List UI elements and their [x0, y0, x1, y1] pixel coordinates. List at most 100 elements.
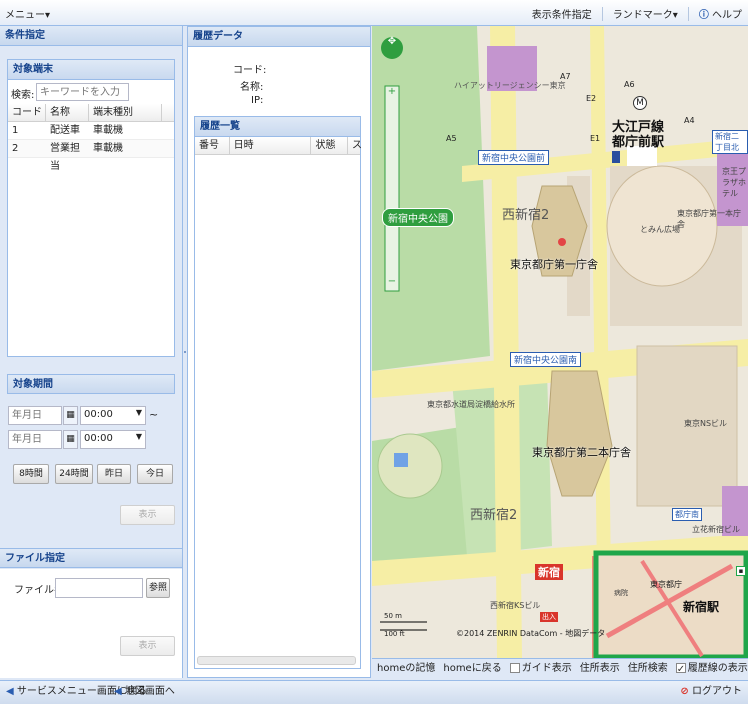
- map-statusbar: homeの記憶 homeに戻る ガイド表示 住所表示 住所検索 履歴線の表示: [372, 658, 748, 679]
- table-row[interactable]: 1 配送車 車載機: [8, 122, 174, 140]
- name-label: 名称:: [240, 82, 264, 93]
- map-view[interactable]: ✥ + − 新宿中央公園 新宿中央公園前 新宿中央公園南 西新宿2 西新宿2 東…: [372, 26, 748, 658]
- divider: [601, 6, 603, 21]
- map-copyright: ©2014 ZENRIN DataCom - 地図データ: [456, 629, 606, 638]
- end-time-select[interactable]: 00:00 ▼: [80, 430, 146, 449]
- top-toolbar: メニュー▾ 表示条件指定 ランドマーク▾ ⓘ ヘルプ: [0, 0, 748, 26]
- park-label[interactable]: 新宿中央公園: [382, 208, 454, 227]
- file-panel-header: ファイル指定: [0, 548, 182, 568]
- guide-toggle[interactable]: ガイド表示: [509, 660, 572, 678]
- exit-label: A6: [624, 80, 635, 89]
- tocho-second-label: 東京都庁第二本庁舎: [532, 446, 631, 459]
- map-screen-label: 地図画面へ: [124, 686, 175, 697]
- location-marker-icon[interactable]: [558, 238, 566, 246]
- calendar-icon[interactable]: ▦: [63, 406, 78, 425]
- col-status[interactable]: 状態: [311, 137, 349, 154]
- minimap-tocho-label: 東京都庁: [650, 580, 682, 589]
- search-label: 検索:: [11, 90, 35, 101]
- help-icon: ⓘ: [698, 10, 709, 21]
- condition-panel-header: 条件指定: [0, 26, 182, 46]
- help-button[interactable]: ⓘ ヘルプ: [699, 6, 742, 21]
- end-date-input[interactable]: [8, 430, 62, 449]
- trail-checkbox[interactable]: [675, 661, 686, 679]
- col-number[interactable]: 番号: [195, 137, 230, 154]
- map-screen-link[interactable]: ◀ 地図画面へ: [114, 681, 175, 703]
- target-terminal-header: 対象端末: [8, 60, 174, 80]
- col-datetime[interactable]: 日時: [230, 137, 312, 154]
- home-save-button[interactable]: homeの記憶: [377, 660, 435, 678]
- home-back-button[interactable]: homeに戻る: [443, 660, 501, 678]
- tocho-first-label: 東京都庁第一庁舎: [510, 258, 598, 271]
- search-row: 検索:: [8, 80, 174, 104]
- browse-button[interactable]: 参照: [146, 578, 170, 598]
- district-label: 西新宿2: [470, 508, 518, 523]
- history-list-header: 履歴一覧: [195, 117, 360, 137]
- end-time-value: 00:00: [84, 433, 113, 444]
- exit-label: E1: [590, 134, 601, 143]
- start-date-input[interactable]: [8, 406, 62, 425]
- logout-label: ログアウト: [692, 686, 742, 697]
- chevron-left-icon: ◀: [6, 686, 14, 697]
- display-settings-button[interactable]: 表示条件指定: [532, 6, 592, 21]
- ip-label: IP:: [251, 95, 264, 106]
- menu-dropdown[interactable]: メニュー▾: [5, 6, 50, 21]
- col-extra[interactable]: ス: [348, 137, 362, 154]
- landmark-dropdown[interactable]: ランドマーク▾: [613, 6, 678, 21]
- plaza-label: とみん広場: [640, 225, 680, 234]
- calendar-icon[interactable]: ▦: [63, 430, 78, 449]
- bottom-bar: ◀ サービスメニュー画面に戻る ◀ 地図画面へ ⊘ ログアウト: [0, 680, 748, 704]
- zoom-in-icon[interactable]: +: [385, 86, 399, 100]
- col-type[interactable]: 端末種別: [89, 104, 162, 121]
- hotel-label: ハイアットリージェンシー東京: [454, 81, 566, 90]
- ns-building-label: 東京NSビル: [684, 419, 728, 428]
- history-data-header: 履歴データ: [188, 27, 370, 47]
- address-search-button[interactable]: 住所検索: [628, 660, 668, 678]
- bus-stop-label[interactable]: 新宿二丁目北: [712, 130, 748, 154]
- trail-toggle[interactable]: 履歴線の表示: [675, 660, 748, 679]
- cell-code: 1: [12, 125, 19, 136]
- terminal-search-input[interactable]: [36, 83, 129, 101]
- waterworks-label: 東京都水道局淀橋給水所: [427, 400, 515, 409]
- cell-type: 車載機: [93, 125, 123, 136]
- shinjuku-tag: 新宿: [535, 564, 563, 580]
- preset-8h-button[interactable]: 8時間: [13, 464, 49, 484]
- bus-stop-label[interactable]: 都庁南: [672, 508, 702, 521]
- cell-code: 2: [12, 143, 19, 154]
- file-show-button[interactable]: 表示: [120, 636, 175, 656]
- range-tilde: ~: [149, 408, 159, 421]
- horizontal-scrollbar[interactable]: [197, 656, 356, 665]
- building-label: 立花新宿ビル: [692, 525, 740, 534]
- target-terminal-panel: 対象端末 検索: コード 名称 端末種別 1 配送車 車載機 2 営業担当 車載…: [7, 59, 175, 357]
- guide-label: ガイド表示: [521, 662, 572, 674]
- period-show-button[interactable]: 表示: [120, 505, 175, 525]
- code-label: コード:: [233, 65, 267, 76]
- bus-stop-north-label[interactable]: 新宿中央公園前: [478, 150, 550, 165]
- exit-label: A7: [560, 72, 571, 81]
- start-time-select[interactable]: 00:00 ▼: [80, 406, 146, 425]
- top-right-tools: 表示条件指定 ランドマーク▾ ⓘ ヘルプ: [532, 6, 742, 21]
- building-label: 東京都庁第一本庁舎: [677, 209, 741, 229]
- condition-panel: 条件指定 対象端末 検索: コード 名称 端末種別 1 配送車 車載機 2 営業…: [0, 26, 183, 678]
- preset-24h-button[interactable]: 24時間: [55, 464, 93, 484]
- exit-label: E2: [586, 94, 597, 103]
- col-code[interactable]: コード: [8, 104, 46, 121]
- splitter-handle: [184, 351, 186, 353]
- subway-icon: M: [633, 96, 647, 110]
- logout-button[interactable]: ⊘ ログアウト: [680, 681, 742, 703]
- address-show-button[interactable]: 住所表示: [580, 660, 620, 678]
- guide-checkbox[interactable]: [509, 662, 520, 673]
- terminal-grid-header: コード 名称 端末種別: [8, 104, 174, 122]
- minimap-station-label: 新宿駅: [683, 600, 720, 614]
- exit-label: A4: [684, 116, 695, 125]
- col-name[interactable]: 名称: [46, 104, 89, 121]
- bus-stop-south-label[interactable]: 新宿中央公園南: [510, 352, 582, 367]
- file-name-input[interactable]: [55, 578, 143, 598]
- pan-control-icon[interactable]: ✥: [385, 36, 399, 60]
- preset-yesterday-button[interactable]: 昨日: [97, 464, 131, 484]
- logout-icon: ⊘: [680, 686, 689, 697]
- zoom-out-icon[interactable]: −: [385, 276, 399, 290]
- table-row[interactable]: 2 営業担当 車載機: [8, 140, 174, 172]
- preset-today-button[interactable]: 今日: [137, 464, 173, 484]
- minimap-toggle-icon[interactable]: ▪: [736, 566, 746, 576]
- scale-meters: 50 m: [384, 612, 402, 620]
